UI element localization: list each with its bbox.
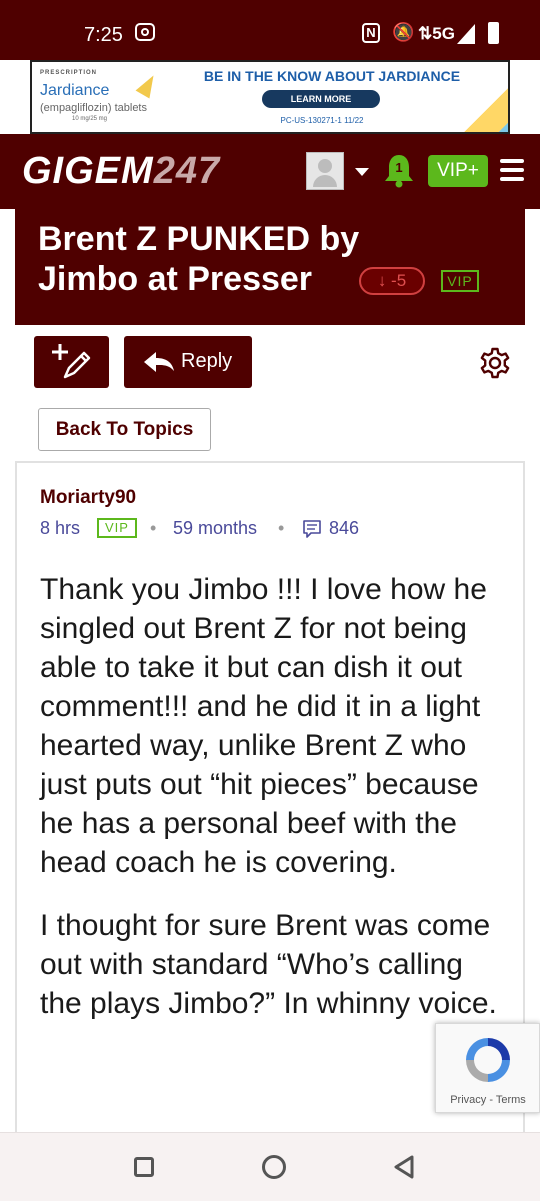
reply-button[interactable]: Reply <box>124 336 252 388</box>
nfc-icon: N <box>362 23 380 43</box>
ad-logo-icon <box>135 71 161 99</box>
ad-headline: BE IN THE KNOW ABOUT JARDIANCE <box>203 68 461 84</box>
ad-rx-label: PRESCRIPTION <box>40 70 98 76</box>
status-time: 7:25 <box>84 24 123 46</box>
logo-number: 247 <box>153 150 221 192</box>
logo-text: GIGEM <box>22 150 154 192</box>
post-time: 8 hrs <box>40 518 81 538</box>
chevron-down-icon[interactable] <box>355 168 369 176</box>
ad-code: PC-US-130271-1 11/22 <box>280 116 364 125</box>
post-body: Thank you Jimbo !!! I love how he single… <box>40 570 510 1047</box>
recaptcha-links: Privacy - Terms <box>436 1094 540 1106</box>
ad-banner[interactable]: PRESCRIPTION Jardiance (empagliflozin) t… <box>30 60 510 134</box>
ad-brand: Jardiance <box>40 82 110 99</box>
post-count: 846 <box>329 518 360 538</box>
mute-bell-icon: 🔕 <box>392 22 415 42</box>
new-post-button[interactable] <box>34 336 109 388</box>
back-to-topics-button[interactable]: Back To Topics <box>38 408 211 451</box>
recaptcha-privacy-link[interactable]: Privacy <box>450 1094 486 1106</box>
author-vip-badge: VIP <box>97 518 137 538</box>
membership-duration: 59 months <box>173 518 258 538</box>
signal-icon <box>457 24 475 44</box>
ad-brand-sub: (empagliflozin) tablets <box>40 102 147 114</box>
add-edit-icon <box>52 344 91 379</box>
status-bar: 7:25 N 🔕 ⇅5G <box>0 0 540 60</box>
reply-arrow-icon <box>144 352 174 372</box>
recaptcha-badge[interactable]: Privacy - Terms <box>435 1023 540 1113</box>
recaptcha-terms-link[interactable]: Terms <box>496 1094 526 1106</box>
ad-learn-more-button[interactable]: LEARN MORE <box>262 90 380 108</box>
topic-vip-badge: VIP <box>441 270 479 292</box>
post-paragraph: I thought for sure Brent was come out wi… <box>40 909 497 1020</box>
site-logo[interactable]: GIGEM247 <box>22 150 220 193</box>
network-label: 5G <box>432 24 455 43</box>
gear-icon[interactable] <box>478 346 512 380</box>
back-button[interactable] <box>392 1154 416 1180</box>
vip-plus-button[interactable]: VIP+ <box>428 155 488 187</box>
recaptcha-separator: - <box>489 1094 493 1106</box>
hamburger-menu-icon[interactable] <box>500 159 524 181</box>
ad-brand-dose: 10 mg/25 mg <box>72 116 108 122</box>
post-count-icon <box>303 520 321 538</box>
avatar[interactable] <box>306 152 344 190</box>
home-button[interactable] <box>262 1155 286 1179</box>
meta-separator: • <box>278 518 285 538</box>
reply-label: Reply <box>181 350 233 372</box>
post-paragraph: Thank you Jimbo !!! I love how he single… <box>40 573 487 879</box>
screen-record-icon <box>135 23 155 41</box>
network-type: ⇅5G <box>418 24 455 43</box>
battery-icon <box>488 22 499 44</box>
post-author[interactable]: Moriarty90 <box>40 487 136 509</box>
recents-button[interactable] <box>134 1157 154 1177</box>
meta-separator: • <box>150 518 157 538</box>
vote-badge[interactable]: ↓ -5 <box>359 267 425 295</box>
recaptcha-icon <box>466 1038 510 1082</box>
notification-count: 1 <box>395 160 403 175</box>
